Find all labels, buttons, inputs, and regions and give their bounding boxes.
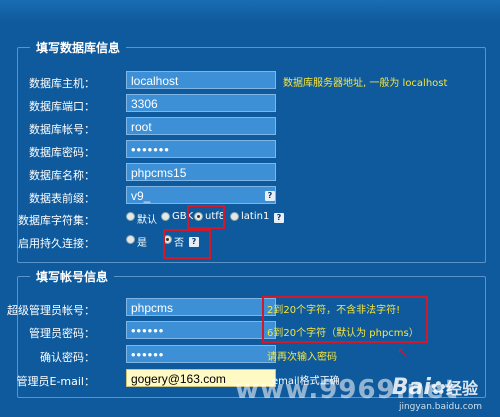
admin-email-label: 管理员E-mail： [16, 375, 96, 388]
account-section-title: 填写帐号信息 [30, 268, 115, 285]
confirm-password-hint: 请再次输入密码 [267, 352, 337, 363]
db-port-input[interactable]: 3306 [126, 94, 276, 112]
persistent-no-highlight-box [163, 229, 211, 259]
db-prefix-row: 数据表前缀： v9_ ? [18, 186, 485, 208]
annotation-arrow-icon: ↖ [397, 345, 409, 361]
db-prefix-input[interactable]: v9_ [126, 186, 276, 204]
charset-row: 数据库字符集： 默认 GBK utf8 latin1 ? [18, 208, 485, 230]
admin-user-input[interactable]: phpcms [126, 298, 276, 316]
db-password-label: 数据库密码： [29, 146, 95, 159]
persistent-yes-label: 是 [137, 238, 147, 249]
db-name-row: 数据库名称： phpcms15 [18, 163, 485, 185]
db-host-hint: 数据库服务器地址, 一般为 localhost [283, 78, 448, 89]
baidu-brand-text: Bai [391, 375, 431, 400]
baidu-jingyan-text: 经验 [445, 379, 478, 398]
db-name-label: 数据库名称： [29, 169, 95, 182]
db-prefix-label: 数据表前缀： [29, 192, 95, 205]
confirm-password-input[interactable]: •••••• [126, 345, 276, 363]
db-password-input[interactable]: ••••••• [126, 140, 276, 158]
db-name-input[interactable]: phpcms15 [126, 163, 276, 181]
baidu-watermark: Bai✿经验 [392, 375, 478, 400]
charset-latin1-label: latin1 [241, 211, 270, 222]
admin-password-label: 管理员密码： [29, 327, 95, 340]
db-section: 填写数据库信息 数据库主机： localhost 数据库服务器地址, 一般为 l… [17, 39, 486, 263]
db-user-input[interactable]: root [126, 117, 276, 135]
db-user-label: 数据库帐号： [29, 123, 95, 136]
confirm-password-label: 确认密码： [40, 351, 95, 364]
persistent-row: 启用持久连接： 是 否 ? [18, 231, 485, 253]
admin-user-label: 超级管理员帐号： [7, 304, 95, 317]
charset-gbk-radio[interactable] [161, 212, 170, 221]
persistent-yes-radio[interactable] [126, 235, 135, 244]
persistent-label: 启用持久连接： [18, 237, 95, 250]
admin-password-input[interactable]: •••••• [126, 321, 276, 339]
charset-label: 数据库字符集： [18, 214, 95, 227]
charset-default-label: 默认 [137, 215, 157, 226]
db-port-label: 数据库端口： [29, 100, 95, 113]
db-host-row: 数据库主机： localhost 数据库服务器地址, 一般为 localhost [18, 71, 485, 93]
baidu-url-watermark: jingyan.baidu.com [398, 402, 482, 412]
db-section-title: 填写数据库信息 [30, 39, 127, 56]
db-port-row: 数据库端口： 3306 [18, 94, 485, 116]
confirm-password-row: 确认密码： •••••• 请再次输入密码 [18, 345, 485, 367]
charset-help-icon[interactable]: ? [274, 213, 284, 223]
db-user-row: 数据库帐号： root [18, 117, 485, 139]
db-host-input[interactable]: localhost [126, 71, 276, 89]
prefix-help-icon[interactable]: ? [265, 191, 275, 201]
utf8-highlight-box [187, 205, 225, 229]
top-band [0, 0, 500, 22]
db-password-row: 数据库密码： ••••••• [18, 140, 485, 162]
paw-icon: ✿ [430, 378, 446, 399]
hints-highlight-box [262, 296, 428, 343]
db-host-label: 数据库主机： [29, 77, 95, 90]
charset-default-radio[interactable] [126, 212, 135, 221]
charset-latin1-radio[interactable] [230, 212, 239, 221]
